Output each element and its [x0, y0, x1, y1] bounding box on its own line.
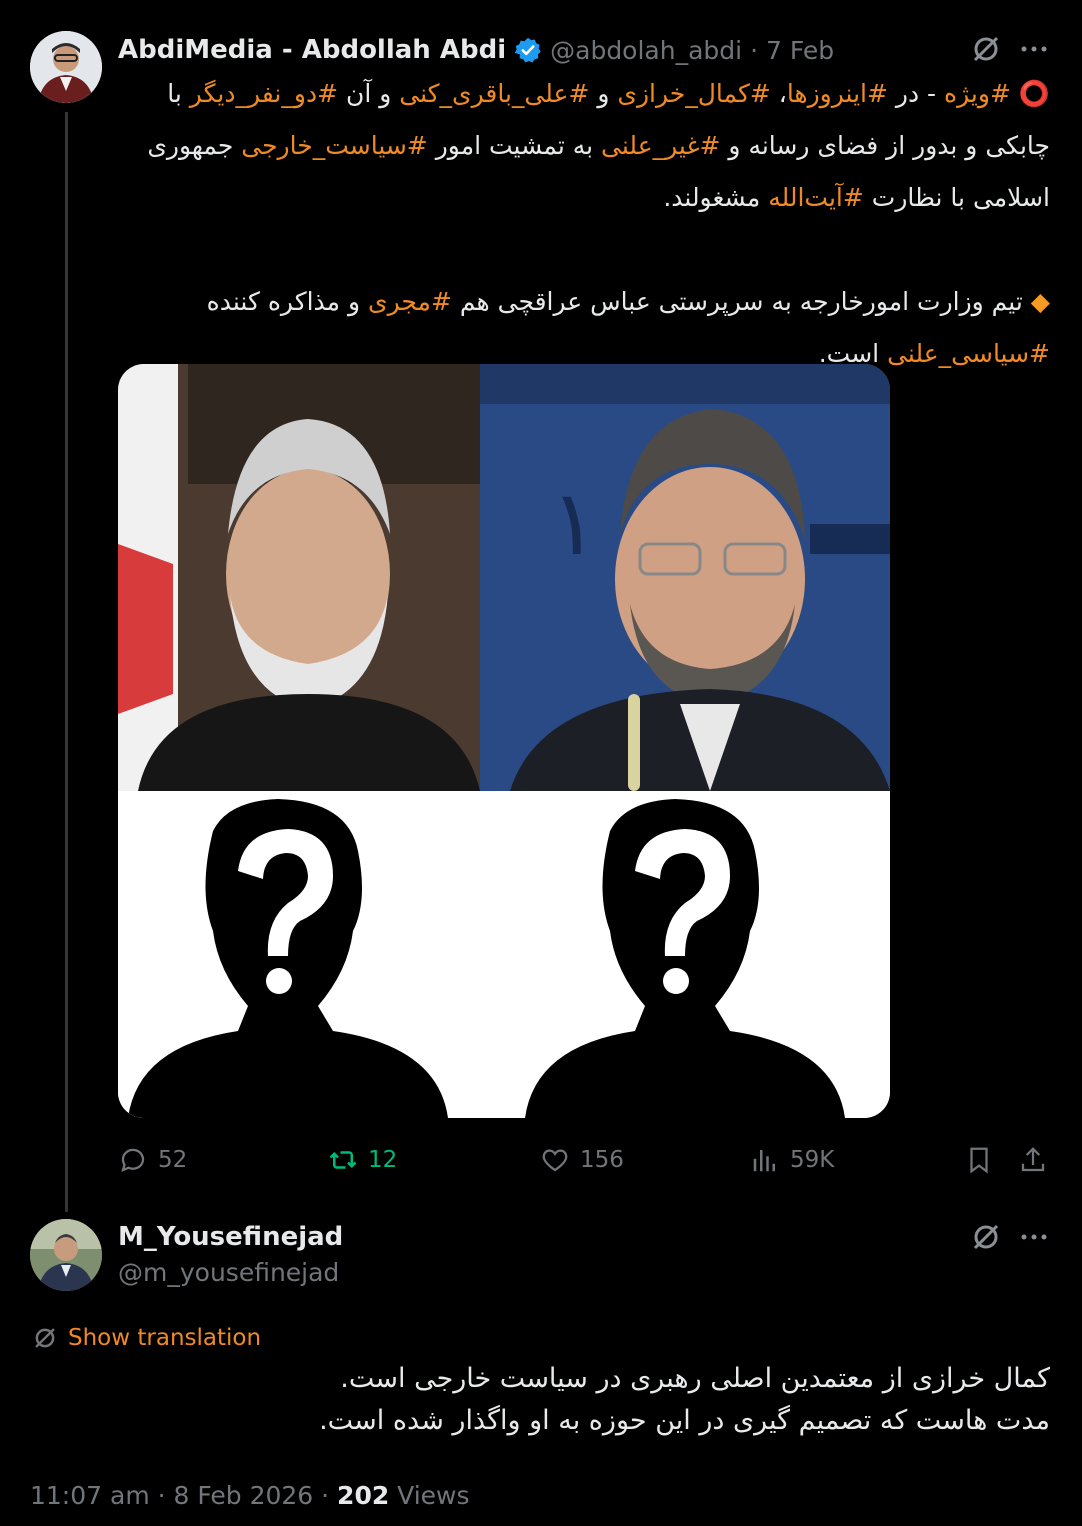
orange-diamond-icon: ◆	[1030, 287, 1050, 316]
reply-author-display-name[interactable]: M_Yousefinejad	[118, 1218, 343, 1256]
text-segment: و آن	[338, 79, 400, 108]
text-segment: جمهوری	[147, 131, 242, 160]
tweet-line-2: چابکی و بدور از فضای رسانه و #غیر_علنی ب…	[118, 120, 1050, 172]
like-count: 156	[580, 1147, 624, 1173]
hashtag-ali-bagheri-kani[interactable]: #علی_باقری_کنی	[399, 79, 589, 108]
like-icon	[540, 1145, 570, 1175]
reply-time[interactable]: 11:07 am	[30, 1481, 150, 1510]
text-segment: و مذاکره کننده	[206, 287, 369, 316]
text-segment: - در	[887, 79, 945, 108]
translate-icon	[32, 1325, 58, 1351]
text-segment: به تمشیت امور	[427, 131, 602, 160]
text-segment: مشغولند.	[663, 183, 769, 212]
share-button[interactable]	[1018, 1138, 1048, 1182]
text-segment: و	[589, 79, 618, 108]
text-segment: اسلامی با نظارت	[863, 183, 1050, 212]
reply-views-count: 202	[337, 1480, 390, 1510]
hashtag-ayatollah[interactable]: #آیت‌الله	[768, 183, 864, 212]
grok-icon[interactable]	[970, 33, 1002, 69]
bookmark-icon	[964, 1145, 994, 1175]
photo-ali-bagheri-kani[interactable]: ۱	[480, 364, 890, 791]
grok-icon[interactable]	[970, 1221, 1002, 1257]
tweet-line-3: اسلامی با نظارت #آیت‌الله مشغولند.	[118, 172, 1050, 224]
hashtag-siasat-khareji[interactable]: #سیاست_خارجی	[241, 131, 428, 160]
reply-line-2: مدت هاست که تصمیم گیری در این حوزه به او…	[319, 1405, 1050, 1436]
text-segment: با	[167, 79, 190, 108]
like-button[interactable]: 156	[540, 1138, 624, 1182]
hashtag-do-nafar-digar[interactable]: #دو_نفر_دیگر	[190, 79, 338, 108]
reply-meta: 11:07 am · 8 Feb 2026 · 202 Views	[30, 1475, 470, 1515]
show-translation-label: Show translation	[68, 1325, 262, 1351]
tweet-text: ⭕ #ویژه - در #اینروزها، #کمال_خرازی و #ع…	[118, 68, 1050, 380]
views-button[interactable]: 59K	[750, 1138, 834, 1182]
thread-line	[65, 112, 68, 1212]
svg-text:۱: ۱	[550, 471, 598, 576]
text-segment: ،	[770, 79, 787, 108]
repost-icon	[328, 1145, 358, 1175]
hashtag-mojri[interactable]: #مجری	[368, 287, 452, 316]
reply-author-avatar[interactable]	[30, 1219, 102, 1291]
meta-dot-2: ·	[313, 1480, 338, 1510]
tweet-line-1: ⭕ #ویژه - در #اینروزها، #کمال_خرازی و #ع…	[118, 68, 1050, 120]
views-icon	[750, 1145, 780, 1175]
bookmark-button[interactable]	[964, 1138, 994, 1182]
hashtag-gheir-alani[interactable]: #غیر_علنی	[601, 131, 720, 160]
meta-dot: ·	[149, 1480, 174, 1510]
tweet-line-4: ◆ تیم وزارت امورخارجه به سرپرستی عباس عر…	[118, 276, 1050, 328]
text-segment: تیم وزارت امورخارجه به سرپرستی عباس عراق…	[451, 287, 1031, 316]
author-display-name[interactable]: AbdiMedia - Abdollah Abdi	[118, 35, 506, 65]
repost-button[interactable]: 12	[328, 1138, 397, 1182]
hashtag-siasi-alani[interactable]: #سیاسی_علنی	[887, 339, 1050, 368]
text-segment: چابکی و بدور از فضای رسانه و	[720, 131, 1050, 160]
reply-date[interactable]: 8 Feb 2026	[174, 1481, 314, 1510]
verified-badge-icon	[514, 36, 542, 64]
author-avatar[interactable]	[30, 31, 102, 103]
author-handle[interactable]: @abdolah_abdi	[550, 36, 742, 65]
tweet-media[interactable]: ۱	[118, 364, 890, 1118]
unknown-person-1[interactable]	[118, 791, 480, 1118]
hashtag-inruzha[interactable]: #اینروزها	[787, 79, 888, 108]
more-icon[interactable]	[1018, 33, 1050, 69]
reply-views-label: Views	[389, 1480, 470, 1510]
reply-line-1: کمال خرازی از معتمدین اصلی رهبری در سیاس…	[340, 1363, 1050, 1394]
red-circle-icon: ⭕	[1018, 79, 1050, 108]
reply-author-handle[interactable]: @m_yousefinejad	[118, 1255, 339, 1291]
reply-text: کمال خرازی از معتمدین اصلی رهبری در سیاس…	[118, 1358, 1050, 1442]
share-icon	[1018, 1145, 1048, 1175]
unknown-person-2[interactable]	[480, 791, 890, 1118]
hashtag-kamal-kharazi[interactable]: #کمال_خرازی	[617, 79, 770, 108]
reply-button[interactable]: 52	[118, 1138, 187, 1182]
hashtag-vizheh[interactable]: #ویژه	[944, 79, 1019, 108]
repost-count: 12	[368, 1147, 398, 1173]
header-dot: ·	[750, 35, 759, 65]
more-icon[interactable]	[1018, 1221, 1050, 1257]
show-translation-link[interactable]: Show translation	[32, 1320, 261, 1356]
reply-count: 52	[158, 1147, 188, 1173]
views-count: 59K	[790, 1147, 835, 1173]
photo-kamal-kharazi[interactable]	[118, 364, 480, 791]
tweet-date[interactable]: 7 Feb	[766, 36, 834, 65]
tweet-actions: 52 12 156 59K	[118, 1138, 1053, 1182]
reply-icon	[118, 1145, 148, 1175]
